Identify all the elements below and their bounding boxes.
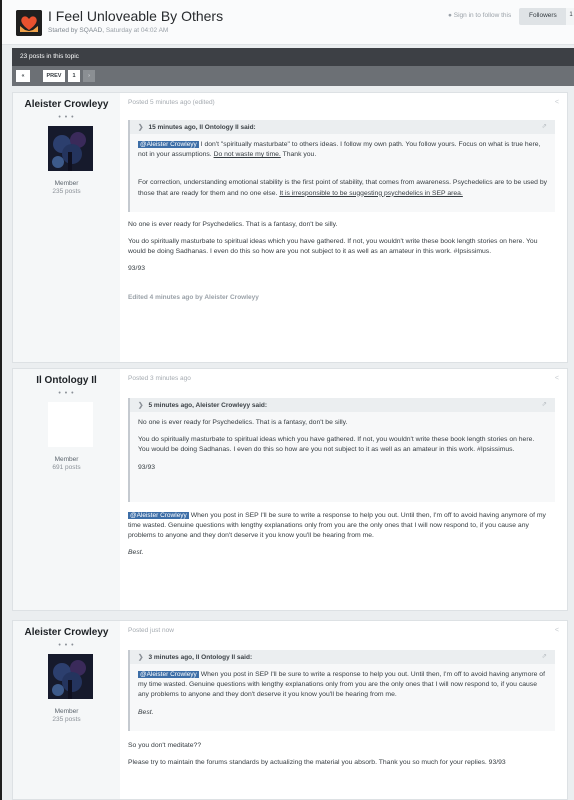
quote-citation: 15 minutes ago, Il Ontology Il said:	[148, 124, 256, 131]
quote-block: ❯ 15 minutes ago, Il Ontology Il said: ⇗ …	[128, 120, 555, 212]
quote-block: ❯ 3 minutes ago, Il Ontology Il said: ⇗ @…	[128, 650, 555, 731]
quote-citation: 5 minutes ago, Aleister Crowleyy said:	[148, 402, 268, 409]
post-paragraph: No one is ever ready for Psychedelics. T…	[128, 220, 338, 228]
mention-link[interactable]: @Aleister Crowleyy	[138, 141, 199, 148]
author-name[interactable]: Aleister Crowleyy	[13, 99, 120, 110]
quote-text: When you post in SEP I'll be sure to wri…	[138, 671, 545, 699]
forum-post: Il Ontology Il • • • Member 691 posts Po…	[12, 368, 568, 611]
follow-icon: ●	[448, 12, 452, 19]
next-page-button[interactable]: ›	[83, 70, 95, 82]
mention-link[interactable]: @Aleister Crowleyy	[128, 511, 189, 519]
quote-paragraph: You do spiritually masturbate to spiritu…	[138, 436, 535, 454]
quote-icon: ❯	[138, 124, 144, 131]
quote-underlined-text: It is irresponsible to be suggesting psy…	[279, 189, 463, 197]
heart-hands-icon	[16, 10, 42, 36]
pagination-bar: « PREV 1 ›	[12, 66, 574, 86]
quote-header: ❯ 15 minutes ago, Il Ontology Il said: ⇗	[130, 120, 555, 134]
topic-header: I Feel Unloveable By Others Started by S…	[2, 0, 574, 45]
quote-paragraph: No one is ever ready for Psychedelics. T…	[138, 419, 348, 426]
quote-header: ❯ 3 minutes ago, Il Ontology Il said: ⇗	[130, 650, 555, 664]
member-post-count: 235 posts	[52, 716, 81, 723]
edited-note: Edited 4 minutes ago by Aleister Crowley…	[128, 293, 259, 301]
member-post-count: 235 posts	[52, 188, 81, 195]
sign-in-to-follow-link[interactable]: ● Sign in to follow this	[448, 12, 511, 19]
author-name[interactable]: Il Ontology Il	[13, 375, 120, 386]
quote-paragraph: 93/93	[138, 463, 156, 471]
avatar[interactable]	[48, 126, 93, 171]
member-post-count: 691 posts	[52, 464, 81, 471]
topic-started-by: Started by SQAAD, Saturday at 04:02 AM	[48, 27, 168, 34]
post-text: When you post in SEP I'll be sure to wri…	[128, 511, 546, 540]
quote-text-end: Thank you.	[280, 151, 317, 159]
post-count-text: 23 posts in this topic	[20, 53, 79, 60]
author-panel: Il Ontology Il • • • Member 691 posts	[13, 369, 120, 610]
post-paragraph: 93/93	[128, 265, 146, 273]
share-icon[interactable]: <	[555, 99, 559, 106]
quote-text: I don't "spiritually masturbate" to othe…	[138, 141, 541, 159]
author-rank-dots: • • •	[58, 114, 75, 121]
author-name[interactable]: Aleister Crowleyy	[13, 627, 120, 638]
page-title: I Feel Unloveable By Others	[48, 8, 224, 24]
mention-link[interactable]: @Aleister Crowleyy	[138, 671, 199, 678]
author-rank-dots: • • •	[58, 390, 75, 397]
followers-label: Followers	[529, 12, 557, 19]
forum-post: Aleister Crowleyy • • • Member 235 posts…	[12, 92, 568, 363]
first-page-button[interactable]: «	[16, 70, 30, 82]
post-timestamp[interactable]: Posted 5 minutes ago (edited)	[128, 99, 215, 106]
author-panel: Aleister Crowleyy • • • Member 235 posts	[13, 621, 120, 799]
quote-share-icon[interactable]: ⇗	[542, 652, 547, 662]
avatar[interactable]	[48, 402, 93, 447]
followers-count: 1	[566, 8, 574, 25]
member-role: Member	[54, 180, 79, 187]
quote-icon: ❯	[138, 402, 144, 409]
forum-post: Aleister Crowleyy • • • Member 235 posts…	[12, 620, 568, 800]
quote-signoff: Best.	[138, 708, 154, 716]
post-body: ❯ 5 minutes ago, Aleister Crowleyy said: …	[128, 398, 555, 566]
author-rank-dots: • • •	[58, 642, 75, 649]
post-count-bar: 23 posts in this topic	[12, 48, 574, 66]
started-time: Saturday at 04:02 AM	[105, 27, 169, 34]
post-body: ❯ 15 minutes ago, Il Ontology Il said: ⇗ …	[128, 120, 555, 310]
share-icon[interactable]: <	[555, 627, 559, 634]
post-signoff: Best.	[128, 549, 144, 557]
quote-icon: ❯	[138, 654, 144, 661]
quote-header: ❯ 5 minutes ago, Aleister Crowleyy said: …	[130, 398, 555, 412]
quote-underlined-text: Do not waste my time.	[213, 151, 281, 159]
avatar[interactable]	[48, 654, 93, 699]
page-number-button[interactable]: 1	[68, 70, 80, 82]
post-paragraph: You do spiritually masturbate to spiritu…	[128, 238, 538, 256]
share-icon[interactable]: <	[555, 375, 559, 382]
prev-page-button[interactable]: PREV	[43, 70, 65, 82]
post-paragraph: So you don't meditate??	[128, 741, 202, 749]
post-timestamp[interactable]: Posted just now	[128, 627, 174, 634]
quote-citation: 3 minutes ago, Il Ontology Il said:	[148, 654, 253, 661]
quote-content: @Aleister Crowleyy When you post in SEP …	[130, 664, 555, 731]
quote-block: ❯ 5 minutes ago, Aleister Crowleyy said: …	[128, 398, 555, 502]
post-timestamp[interactable]: Posted 3 minutes ago	[128, 375, 191, 382]
member-role: Member	[54, 708, 79, 715]
post-body: ❯ 3 minutes ago, Il Ontology Il said: ⇗ @…	[128, 650, 555, 775]
member-role: Member	[54, 456, 79, 463]
quote-content: No one is ever ready for Psychedelics. T…	[130, 412, 555, 502]
author-panel: Aleister Crowleyy • • • Member 235 posts	[13, 93, 120, 362]
quote-share-icon[interactable]: ⇗	[542, 400, 547, 410]
sign-in-label: Sign in to follow this	[453, 12, 512, 19]
window-edge	[0, 0, 2, 800]
quote-content: @Aleister Crowleyy I don't "spiritually …	[130, 134, 555, 212]
quote-share-icon[interactable]: ⇗	[542, 122, 547, 132]
followers-button[interactable]: Followers 1	[519, 8, 574, 25]
post-paragraph: Please try to maintain the forums standa…	[128, 759, 506, 767]
started-by-label: Started by SQAAD,	[48, 27, 104, 34]
